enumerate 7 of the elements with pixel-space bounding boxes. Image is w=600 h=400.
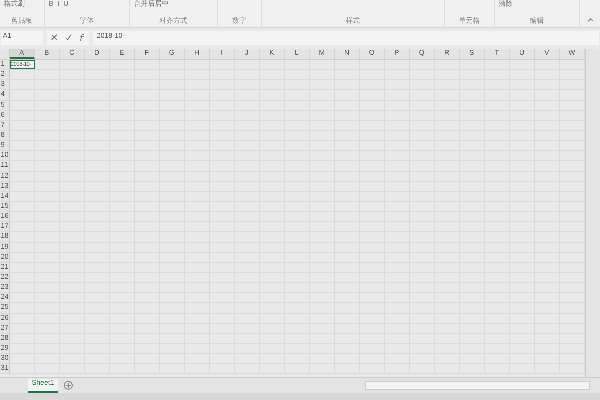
cancel-icon[interactable] bbox=[50, 34, 58, 41]
collapse-icon[interactable] bbox=[588, 18, 594, 22]
function-icon[interactable] bbox=[78, 34, 86, 42]
vertical-scrollbar[interactable] bbox=[585, 49, 600, 377]
check-icon[interactable] bbox=[64, 34, 72, 41]
add-sheet-icon[interactable] bbox=[64, 381, 74, 390]
horizontal-scrollbar[interactable] bbox=[365, 381, 590, 390]
